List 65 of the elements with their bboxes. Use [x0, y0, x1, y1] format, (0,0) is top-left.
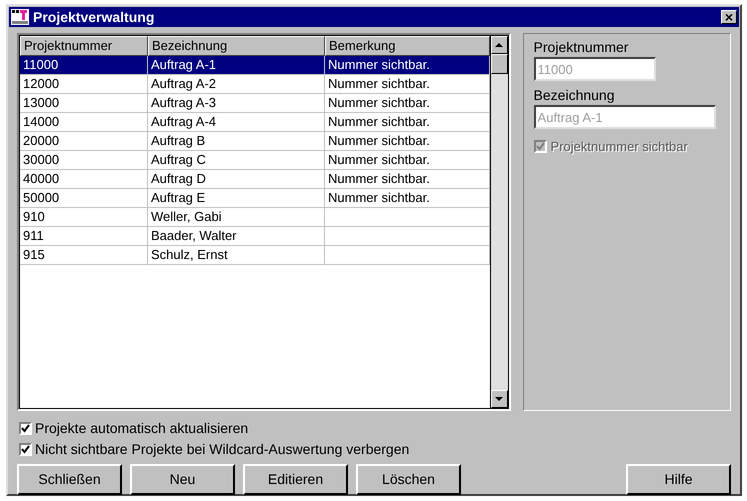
table-cell: Auftrag A-3: [151, 95, 216, 110]
table-row[interactable]: 40000 Auftrag D Nummer sichtbar.: [20, 170, 490, 189]
table-cell: 30000: [23, 152, 60, 167]
table-cell: Nummer sichtbar.: [328, 57, 430, 72]
window-title: Projektverwaltung: [33, 8, 156, 27]
help-button[interactable]: Hilfe: [626, 464, 731, 495]
table-row[interactable]: 11000 Auftrag A-1 Nummer sichtbar.: [20, 56, 490, 75]
table-row[interactable]: 14000 Auftrag A-4 Nummer sichtbar.: [20, 113, 490, 132]
table-cell: 12000: [23, 76, 60, 91]
column-header[interactable]: Bemerkung: [325, 36, 490, 56]
table-cell: Nummer sichtbar.: [328, 114, 430, 129]
table-row[interactable]: 50000 Auftrag E Nummer sichtbar.: [20, 189, 490, 208]
dialog-button[interactable]: Schließen: [17, 464, 122, 495]
checkbox-label: Nicht sichtbare Projekte bei Wildcard-Auswertung verbergen: [35, 440, 410, 459]
scrollbar[interactable]: [490, 35, 509, 409]
column-header[interactable]: Projektnummer: [20, 36, 148, 56]
checkbox-label: Projekte automatisch aktualisieren: [35, 418, 248, 438]
up-arrow-icon: [495, 43, 504, 47]
table-row[interactable]: 30000 Auftrag C Nummer sichtbar.: [20, 151, 490, 170]
table-cell: Auftrag C: [151, 152, 206, 167]
table-row[interactable]: 911 Baader, Walter: [20, 227, 490, 246]
table-row[interactable]: 12000 Auftrag A-2 Nummer sichtbar.: [20, 75, 490, 94]
dialog-button[interactable]: Editieren: [243, 464, 348, 495]
table-cell: Auftrag A-1: [151, 57, 216, 72]
checkbox[interactable]: [19, 422, 32, 434]
table-cell: Auftrag B: [151, 133, 206, 148]
table-cell: Auftrag D: [151, 171, 206, 186]
table-cell: Baader, Walter: [151, 228, 237, 243]
table-cell: 14000: [23, 114, 60, 129]
table-cell: 910: [23, 209, 45, 224]
table-row[interactable]: 13000 Auftrag A-3 Nummer sichtbar.: [20, 94, 490, 113]
checkbox[interactable]: [19, 442, 32, 456]
scroll-down-button[interactable]: [490, 390, 508, 408]
table-cell: 40000: [23, 171, 60, 186]
column-header[interactable]: Bezeichnung: [148, 36, 325, 56]
table-cell: 915: [23, 247, 45, 262]
dialog-button[interactable]: Löschen: [356, 464, 461, 495]
table-cell: Nummer sichtbar.: [328, 95, 430, 110]
table-cell: 911: [23, 228, 44, 243]
scroll-up-button[interactable]: [490, 36, 508, 54]
table-cell: 50000: [23, 190, 60, 205]
table-cell: Auftrag A-2: [151, 76, 216, 91]
table-cell: Schulz, Ernst: [151, 247, 228, 262]
close-button[interactable]: ×: [721, 10, 737, 24]
table-row[interactable]: 20000 Auftrag B Nummer sichtbar.: [20, 132, 490, 151]
table-cell: Auftrag A-4: [151, 114, 216, 129]
table-cell: 13000: [23, 95, 60, 110]
table-cell: Nummer sichtbar.: [328, 171, 430, 186]
dialog-button[interactable]: Neu: [130, 464, 235, 495]
scroll-thumb[interactable]: [490, 54, 508, 74]
table-cell: Weller, Gabi: [151, 209, 222, 224]
table-cell: Nummer sichtbar.: [328, 190, 430, 205]
table-cell: Nummer sichtbar.: [328, 133, 430, 148]
table-row[interactable]: 910 Weller, Gabi: [20, 208, 490, 227]
table-row[interactable]: 915 Schulz, Ernst: [20, 246, 490, 265]
field-label: Bezeichnung: [534, 86, 616, 104]
table-cell: Nummer sichtbar.: [328, 152, 430, 167]
field-label: Projektnummer: [534, 38, 630, 56]
checkbox-label: Projektnummer sichtbar: [550, 138, 688, 156]
down-arrow-icon: [495, 397, 504, 401]
table-cell: 11000: [23, 57, 58, 72]
table-cell: Auftrag E: [151, 190, 206, 205]
app-icon: [11, 9, 29, 25]
table-cell: 20000: [23, 133, 60, 148]
table-cell: Nummer sichtbar.: [328, 76, 430, 91]
